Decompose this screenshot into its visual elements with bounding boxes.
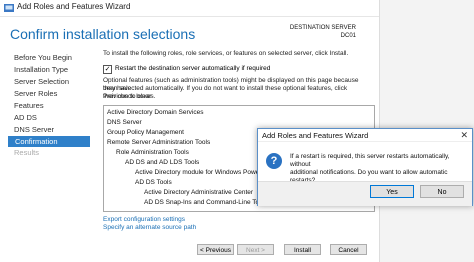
- list-item: Role Administration Tools: [116, 149, 189, 156]
- previous-button[interactable]: < Previous: [197, 244, 234, 255]
- step-server-selection[interactable]: Server Selection: [14, 77, 69, 86]
- restart-checkbox[interactable]: ✓: [103, 65, 112, 74]
- question-icon: ?: [266, 153, 282, 169]
- optional-note-line-3: their check boxes.: [103, 93, 156, 100]
- destination-server-info: DESTINATION SERVER DC01: [290, 24, 356, 40]
- window-title: Add Roles and Features Wizard: [17, 2, 131, 11]
- step-before-you-begin[interactable]: Before You Begin: [14, 53, 72, 62]
- alternate-source-path-link[interactable]: Specify an alternate source path: [103, 224, 196, 231]
- restart-confirmation-dialog: Add Roles and Features Wizard ✕ ? If a r…: [257, 128, 473, 206]
- step-dns-server[interactable]: DNS Server: [14, 125, 54, 134]
- dialog-title-bar: Add Roles and Features Wizard ✕: [258, 129, 472, 142]
- export-configuration-link[interactable]: Export configuration settings: [103, 216, 185, 223]
- list-item: AD DS and AD LDS Tools: [125, 159, 200, 166]
- yes-button[interactable]: Yes: [370, 185, 414, 198]
- list-item: Active Directory Administrative Center: [144, 189, 254, 196]
- install-button[interactable]: Install: [284, 244, 321, 255]
- next-button: Next >: [237, 244, 274, 255]
- step-server-roles[interactable]: Server Roles: [14, 89, 57, 98]
- list-item: Active Directory Domain Services: [107, 109, 204, 116]
- cancel-button[interactable]: Cancel: [330, 244, 367, 255]
- dialog-message-line-1: If a restart is required, this server re…: [290, 153, 450, 168]
- list-item: Remote Server Administration Tools: [107, 139, 211, 146]
- page-title: Confirm installation selections: [10, 26, 196, 42]
- step-features[interactable]: Features: [14, 101, 44, 110]
- step-results: Results: [14, 148, 40, 157]
- destination-label: DESTINATION SERVER: [289, 25, 356, 31]
- step-installation-type[interactable]: Installation Type: [14, 65, 68, 74]
- destination-server-name: DC01: [340, 33, 356, 39]
- intro-text: To install the following roles, role ser…: [103, 50, 349, 57]
- step-confirmation[interactable]: Confirmation: [8, 136, 90, 147]
- no-button[interactable]: No: [420, 185, 464, 198]
- list-item: AD DS Snap-Ins and Command-Line Tools: [144, 199, 268, 206]
- list-item: Group Policy Management: [107, 129, 184, 136]
- list-item: DNS Server: [107, 119, 142, 126]
- restart-checkbox-label[interactable]: Restart the destination server automatic…: [115, 65, 270, 72]
- list-item: AD DS Tools: [135, 179, 172, 186]
- step-ad-ds[interactable]: AD DS: [14, 113, 37, 122]
- dialog-title: Add Roles and Features Wizard: [262, 131, 369, 140]
- wizard-app-icon: [4, 4, 14, 12]
- dialog-close-button[interactable]: ✕: [460, 129, 468, 141]
- list-item: Active Directory module for Windows Powe…: [135, 169, 276, 176]
